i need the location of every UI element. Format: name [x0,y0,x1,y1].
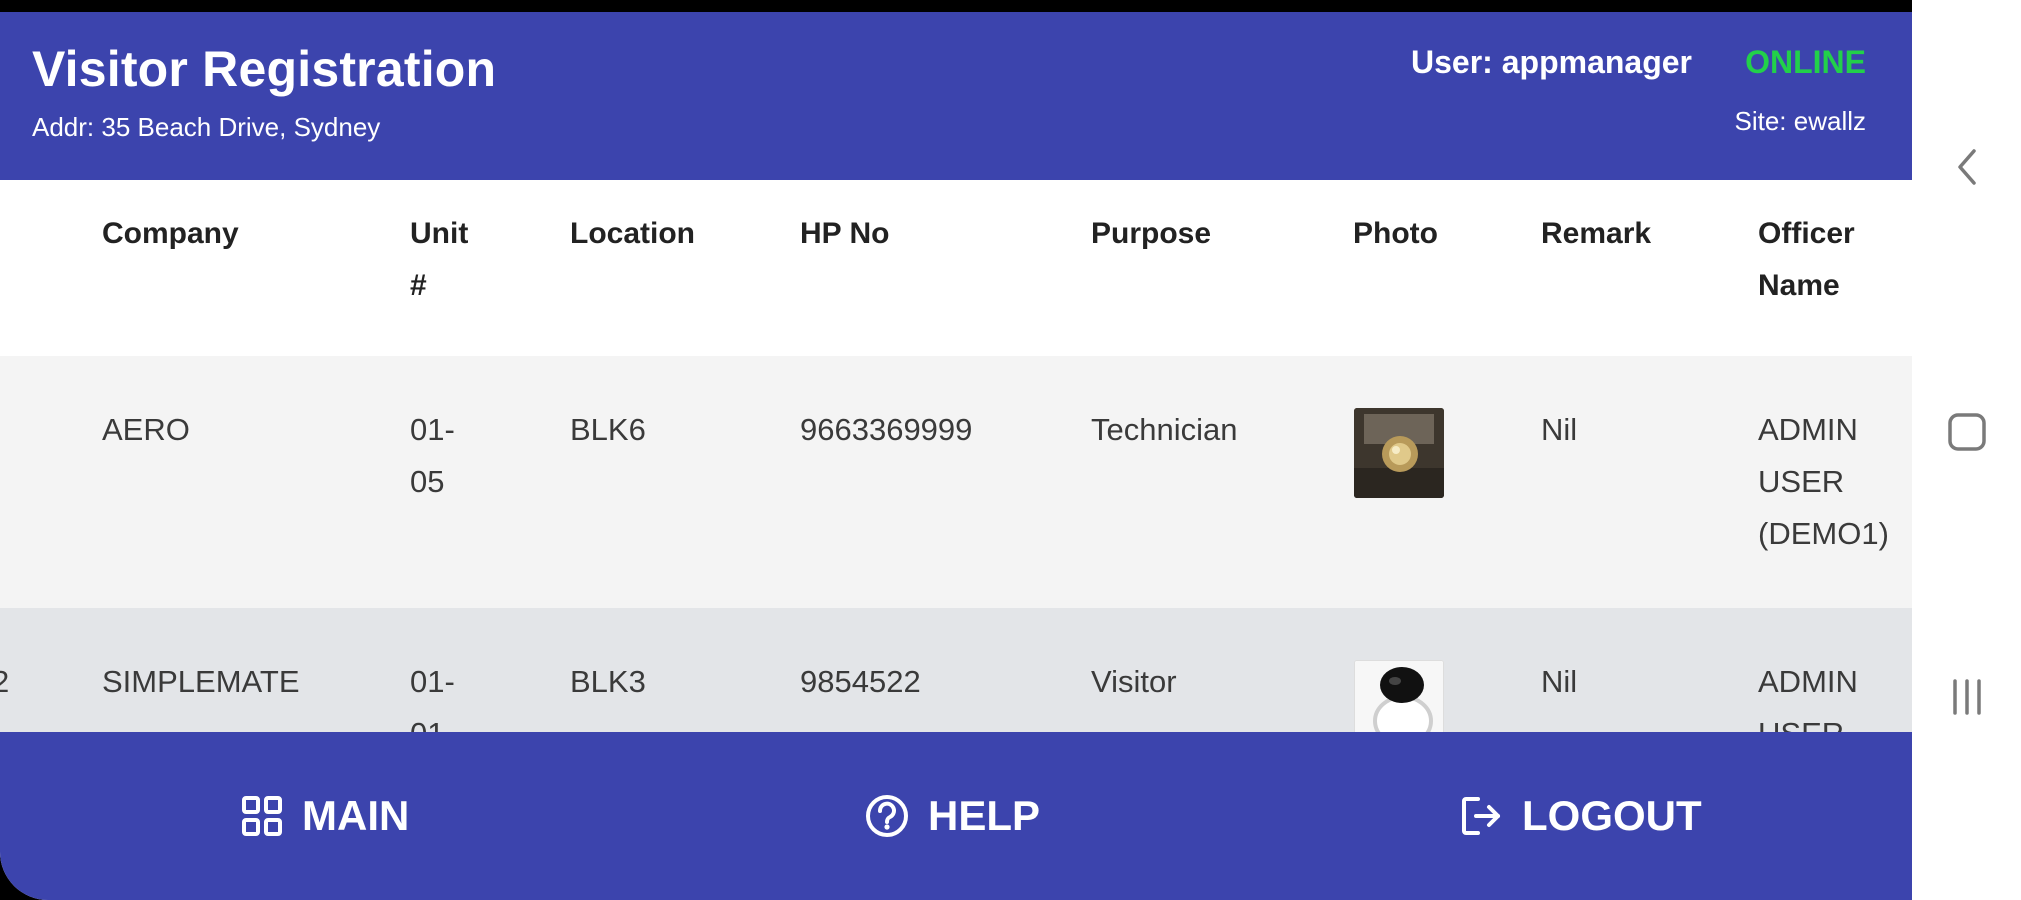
photo-image [1354,408,1444,498]
logout-button[interactable]: LOGOUT [1458,732,1702,900]
home-button[interactable] [1912,410,2021,454]
visitor-photo-thumbnail[interactable] [1354,660,1444,732]
cell-remark: Nil [1541,664,1578,699]
col-purpose: Purpose [1091,217,1212,250]
cell-officer-line3: (DEMO1) [1758,516,1889,551]
cell-officer-line2: USER [1758,708,1858,732]
cell-hp-no: 9854522 [800,664,921,699]
cell-company: SIMPLEMATE [102,664,300,699]
cell-company: AERO [102,412,190,447]
photo-image [1355,661,1443,732]
cell-unit: 01- 05 [410,404,455,508]
table-header: Company Unit # Location HP No Purpose Ph… [0,180,1912,356]
help-label: HELP [928,792,1041,839]
help-button[interactable]: HELP [864,732,1040,900]
cell-unit-line1: 01- [410,412,455,447]
col-location: Location [570,217,695,250]
row-index-fragment: 2 [0,664,10,699]
col-unit-line2: # [410,269,427,302]
status-bar [0,0,1912,12]
recents-button[interactable] [1912,675,2021,719]
bottom-nav: MAIN HELP LOGOUT [0,732,1912,900]
page-title: Visitor Registration [32,41,497,97]
col-officer-name: Officer Name [1758,208,1855,312]
table-row[interactable]: : AERO 01- 05 BLK6 9663369999 Technician… [0,356,1912,608]
connection-status: ONLINE [1745,44,1866,80]
app-screen: Visitor Registration Addr: 35 Beach Driv… [0,0,1912,900]
col-unit: Unit # [410,208,468,312]
cell-purpose: Technician [1091,412,1238,447]
main-button[interactable]: MAIN [240,732,409,900]
visitor-photo-thumbnail[interactable] [1354,408,1444,498]
system-navigation-bar [1912,0,2021,900]
site-address: Addr: 35 Beach Drive, Sydney [32,112,381,142]
col-unit-line1: Unit [410,217,469,250]
site-name: Site: ewallz [1734,106,1867,136]
back-button[interactable] [1912,145,2021,189]
col-officer-line2: Name [1758,269,1840,302]
table-row[interactable]: 2 SIMPLEMATE 01- 01 BLK3 9854522 Visitor… [0,608,1912,732]
cell-purpose: Visitor [1091,664,1177,699]
cell-unit-line2: 01 [410,708,455,732]
cell-location: BLK6 [570,412,646,447]
cell-remark: Nil [1541,412,1578,447]
cell-unit-line2: 05 [410,464,445,499]
main-label: MAIN [302,792,410,839]
cell-hp-no: 9663369999 [800,412,973,447]
home-square-icon [1947,413,1986,451]
back-chevron-icon [1957,149,1976,185]
cell-officer-line1: ADMIN [1758,664,1858,699]
app-header: Visitor Registration Addr: 35 Beach Driv… [0,12,1912,180]
col-hp-no: HP No [800,217,890,250]
col-remark: Remark [1541,217,1652,250]
cell-unit: 01- 01 [410,656,455,732]
cell-officer-name: ADMIN USER (DEMO1) [1758,404,1889,560]
help-circle-icon [866,795,908,837]
cell-location: BLK3 [570,664,646,699]
visitor-table[interactable]: Company Unit # Location HP No Purpose Ph… [0,180,1912,732]
col-officer-line1: Officer [1758,217,1855,250]
recents-icon [1952,679,1981,715]
row-index-fragment: : [0,404,1,456]
cell-officer-line2: USER [1758,464,1845,499]
cell-officer-line1: ADMIN [1758,412,1858,447]
logout-label: LOGOUT [1522,792,1702,839]
col-photo: Photo [1353,217,1438,250]
cell-officer-name: ADMIN USER [1758,656,1858,732]
current-user: User: appmanager [1411,44,1692,80]
col-company: Company [102,217,239,250]
grid-icon [242,796,282,836]
cell-unit-line1: 01- [410,664,455,699]
logout-icon [1462,797,1500,835]
